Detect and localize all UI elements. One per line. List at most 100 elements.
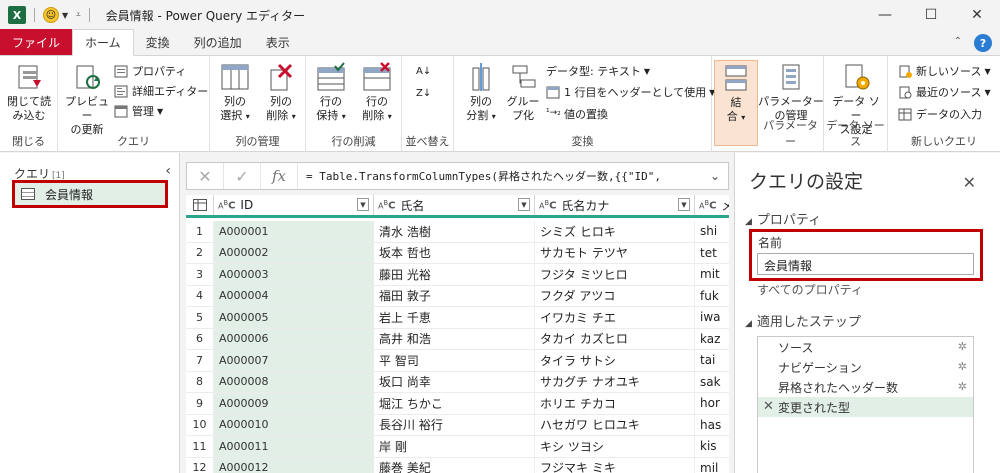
cell-name[interactable]: 藤田 光裕	[374, 264, 535, 286]
cell-mail[interactable]: mil	[695, 458, 729, 473]
cell-mail[interactable]: mit	[695, 264, 729, 286]
all-properties-link[interactable]: すべてのプロパティ	[757, 281, 863, 298]
collapse-pane-icon[interactable]: ‹	[165, 163, 171, 179]
cell-kana[interactable]: シミズ ヒロキ	[535, 221, 695, 243]
manage-parameters-button[interactable]: パラメーター の管理	[756, 62, 826, 123]
choose-columns-button[interactable]: 列の 選択 ▾	[212, 62, 258, 124]
cell-id[interactable]: A000006	[214, 328, 374, 350]
row-number[interactable]: 1	[186, 221, 214, 243]
cell-kana[interactable]: タイラ サトシ	[535, 350, 695, 372]
row-number[interactable]: 8	[186, 371, 214, 393]
filter-dropdown-icon[interactable]: ▼	[518, 198, 530, 211]
cell-mail[interactable]: has	[695, 415, 729, 436]
cell-mail[interactable]: kis	[695, 436, 729, 458]
cell-name[interactable]: 福田 敦子	[374, 285, 535, 307]
cell-name[interactable]: 藤巻 美紀	[374, 457, 535, 473]
cancel-formula-icon[interactable]: ✕	[187, 163, 224, 189]
query-name-field[interactable]: 会員情報	[757, 253, 974, 275]
cell-name[interactable]: 坂口 尚幸	[374, 371, 535, 393]
cell-id[interactable]: A000009	[214, 393, 374, 415]
collapse-ribbon-icon[interactable]: ⌃	[954, 36, 962, 47]
filter-dropdown-icon[interactable]: ▼	[357, 198, 369, 211]
column-header-mail[interactable]: ABC メ	[695, 195, 729, 215]
cell-id[interactable]: A000001	[214, 221, 374, 243]
maximize-icon[interactable]: ☐	[908, 0, 954, 30]
sort-ascending-button[interactable]: A↓	[416, 62, 431, 80]
cell-kana[interactable]: サカモト テツヤ	[535, 242, 695, 264]
cell-kana[interactable]: サカグチ ナオユキ	[535, 371, 695, 393]
cell-kana[interactable]: イワカミ チエ	[535, 307, 695, 329]
help-icon[interactable]: ?	[974, 34, 992, 52]
cell-mail[interactable]: shi	[695, 221, 729, 243]
keep-rows-button[interactable]: 行の 保持 ▾	[308, 62, 354, 124]
cell-id[interactable]: A000010	[214, 414, 374, 436]
row-number[interactable]: 5	[186, 307, 214, 329]
column-header-kana[interactable]: ABC 氏名カナ ▼	[535, 195, 695, 215]
advanced-editor-button[interactable]: 詳細エディター	[114, 82, 208, 100]
cell-mail[interactable]: fuk	[695, 286, 729, 307]
query-item-members[interactable]: 会員情報	[12, 180, 168, 208]
delete-step-icon[interactable]: ✕	[763, 399, 774, 414]
replace-values-button[interactable]: ¹→₂ 値の置換	[546, 105, 608, 123]
cell-name[interactable]: 堀江 ちかこ	[374, 393, 535, 415]
gear-icon[interactable]: ✲	[958, 360, 967, 373]
tab-transform[interactable]: 変換	[134, 29, 182, 55]
cell-kana[interactable]: フジタ ミツヒロ	[535, 264, 695, 286]
function-icon[interactable]: fx	[261, 163, 298, 189]
cell-kana[interactable]: タカイ カズヒロ	[535, 328, 695, 350]
row-number[interactable]: 9	[186, 393, 214, 415]
cell-name[interactable]: 高井 和浩	[374, 328, 535, 350]
remove-rows-button[interactable]: 行の 削除 ▾	[354, 62, 400, 124]
cell-kana[interactable]: フジマキ ミキ	[535, 457, 695, 473]
minimize-icon[interactable]: —	[862, 0, 908, 30]
enter-data-button[interactable]: データの入力	[898, 105, 982, 123]
tab-home[interactable]: ホーム	[72, 29, 134, 56]
cell-mail[interactable]: kaz	[695, 329, 729, 350]
cell-mail[interactable]: hor	[695, 393, 729, 415]
row-number[interactable]: 6	[186, 328, 214, 350]
sort-descending-button[interactable]: Z↓	[416, 84, 431, 102]
gear-icon[interactable]: ✲	[958, 380, 967, 393]
cell-kana[interactable]: フクダ アツコ	[535, 285, 695, 307]
properties-button[interactable]: プロパティ	[114, 62, 186, 80]
row-number[interactable]: 10	[186, 414, 214, 436]
applied-step-item[interactable]: ✕ 変更された型	[758, 397, 973, 417]
cell-id[interactable]: A000008	[214, 371, 374, 393]
tab-view[interactable]: 表示	[254, 29, 302, 55]
confirm-formula-icon[interactable]: ✓	[224, 163, 261, 189]
customize-qat-icon[interactable]: ⩡	[76, 10, 81, 20]
split-column-button[interactable]: 列の 分割 ▾	[458, 62, 504, 124]
table-menu-icon[interactable]	[186, 195, 214, 215]
cell-id[interactable]: A000004	[214, 285, 374, 307]
cell-name[interactable]: 長谷川 裕行	[374, 414, 535, 436]
cell-name[interactable]: 坂本 哲也	[374, 242, 535, 264]
applied-step-item[interactable]: 昇格されたヘッダー数 ✲	[758, 377, 973, 397]
applied-step-item[interactable]: ソース ✲	[758, 337, 973, 357]
column-header-name[interactable]: ABC 氏名 ▼	[374, 195, 535, 215]
cell-id[interactable]: A000003	[214, 264, 374, 286]
cell-name[interactable]: 岩上 千恵	[374, 307, 535, 329]
refresh-preview-button[interactable]: プレビュー の更新	[64, 62, 110, 137]
filter-dropdown-icon[interactable]: ▼	[678, 198, 690, 211]
cell-kana[interactable]: キシ ツヨシ	[535, 436, 695, 458]
manage-button[interactable]: 管理 ▼	[114, 102, 163, 120]
chevron-down-icon[interactable]: ▼	[62, 11, 68, 20]
applied-steps-header[interactable]: ◢ 適用したステップ	[745, 311, 861, 330]
close-load-button[interactable]: 閉じて読 み込む	[6, 62, 52, 123]
gear-icon[interactable]: ✲	[958, 340, 967, 353]
remove-columns-button[interactable]: 列の 削除 ▾	[258, 62, 304, 124]
row-number[interactable]: 4	[186, 285, 214, 307]
row-number[interactable]: 11	[186, 436, 214, 458]
combine-button[interactable]: 結 合 ▾	[713, 63, 759, 125]
cell-id[interactable]: A000002	[214, 242, 374, 264]
cell-mail[interactable]: tai	[695, 350, 729, 372]
cell-kana[interactable]: ホリエ チカコ	[535, 393, 695, 415]
smiley-feedback-icon[interactable]: ☺	[43, 7, 59, 23]
row-number[interactable]: 3	[186, 264, 214, 286]
expand-formula-icon[interactable]: ⌄	[702, 169, 728, 183]
cell-mail[interactable]: iwa	[695, 307, 729, 329]
recent-sources-button[interactable]: 最近のソース ▼	[898, 83, 991, 101]
new-source-button[interactable]: 新しいソース ▼	[898, 62, 991, 80]
cell-name[interactable]: 清水 浩樹	[374, 221, 535, 243]
cell-kana[interactable]: ハセガワ ヒロユキ	[535, 414, 695, 436]
